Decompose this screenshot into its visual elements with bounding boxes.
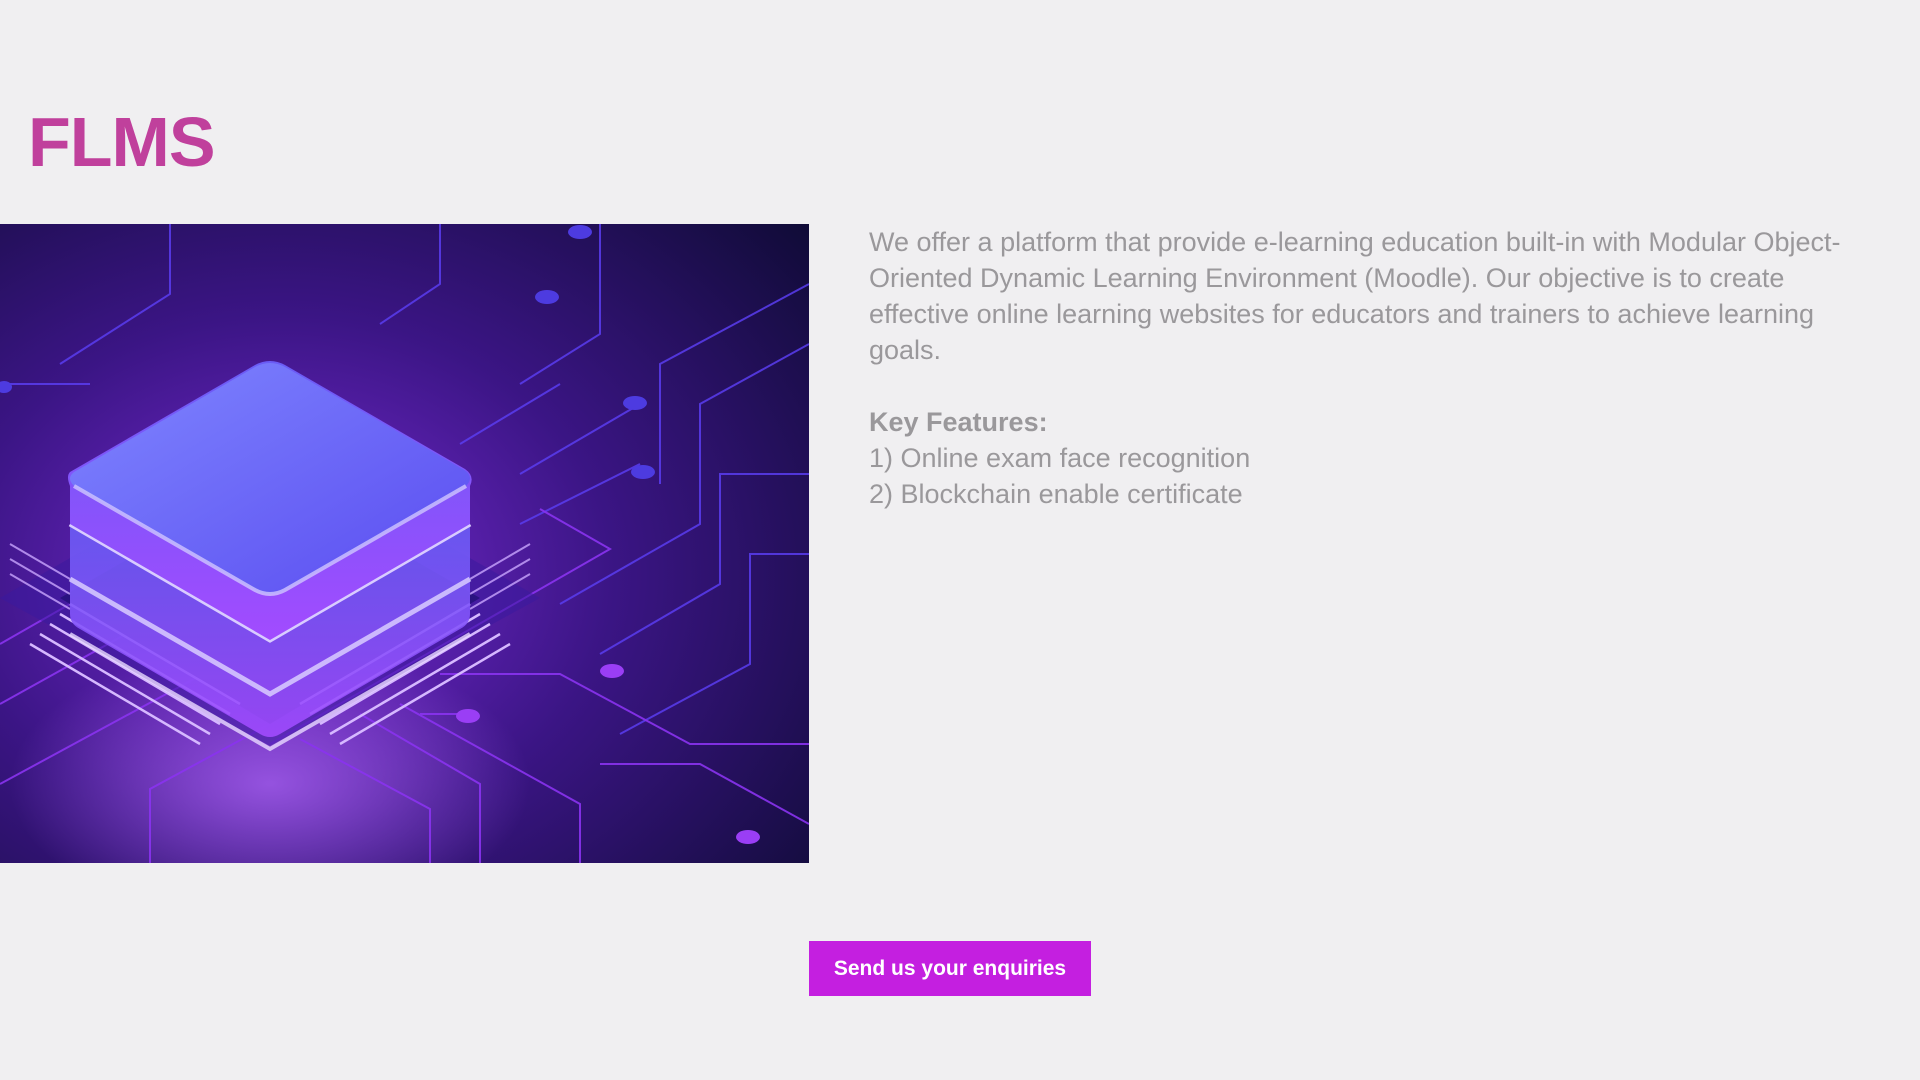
isometric-server-chip-illustration [0, 224, 809, 863]
key-features-heading: Key Features: [869, 407, 1048, 437]
intro-text: We offer a platform that provide e-learn… [869, 227, 1841, 365]
feature-item-face-recognition: 1) Online exam face recognition [869, 443, 1251, 473]
page-title: FLMS [28, 103, 216, 181]
send-enquiries-button[interactable]: Send us your enquiries [809, 941, 1091, 996]
key-features-list: 1) Online exam face recognition 2) Block… [869, 440, 1869, 512]
key-features-section: Key Features: 1) Online exam face recogn… [869, 404, 1869, 512]
hero-image [0, 224, 809, 863]
page: FLMS We offer a platform that provide e-… [0, 0, 1920, 1080]
feature-item-blockchain-certificate: 2) Blockchain enable certificate [869, 479, 1243, 509]
intro-description: We offer a platform that provide e-learn… [869, 224, 1869, 368]
